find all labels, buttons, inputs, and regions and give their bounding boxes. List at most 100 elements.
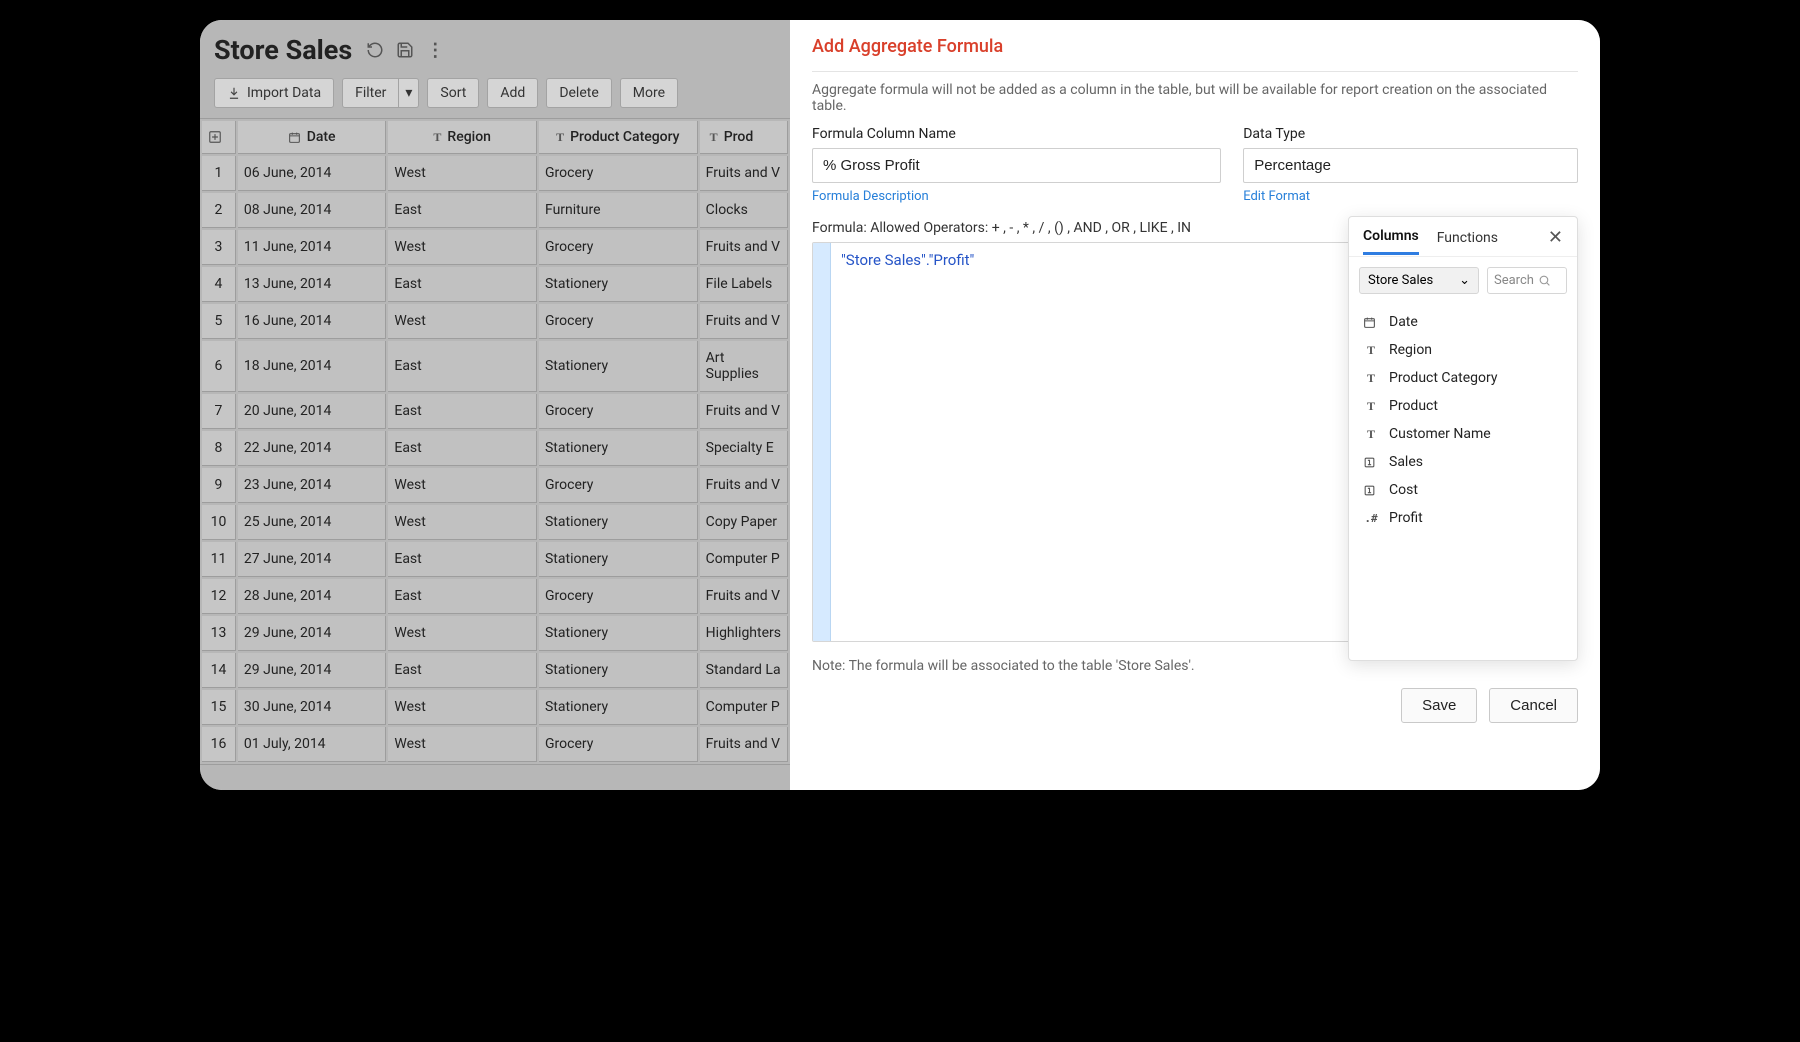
table-row[interactable]: 516 June, 2014WestGroceryFruits and V (202, 304, 788, 339)
cell-product[interactable]: Fruits and V (700, 156, 788, 191)
cell-date[interactable]: 29 June, 2014 (238, 653, 386, 688)
col-date-header[interactable]: Date (307, 129, 336, 145)
close-icon[interactable]: ✕ (1548, 227, 1563, 256)
cell-category[interactable]: Grocery (539, 156, 698, 191)
cell-date[interactable]: 13 June, 2014 (238, 267, 386, 302)
table-row[interactable]: 1329 June, 2014WestStationeryHighlighter… (202, 616, 788, 651)
table-row[interactable]: 208 June, 2014EastFurnitureClocks (202, 193, 788, 228)
column-item[interactable]: TProduct Category (1355, 364, 1571, 392)
cell-date[interactable]: 23 June, 2014 (238, 468, 386, 503)
more-button[interactable]: More (620, 78, 678, 108)
table-row[interactable]: 822 June, 2014EastStationerySpecialty E (202, 431, 788, 466)
table-row[interactable]: 1228 June, 2014EastGroceryFruits and V (202, 579, 788, 614)
table-row[interactable]: 720 June, 2014EastGroceryFruits and V (202, 394, 788, 429)
table-row[interactable]: 1025 June, 2014WestStationeryCopy Paper (202, 505, 788, 540)
import-button[interactable]: Import Data (214, 78, 334, 108)
cell-category[interactable]: Grocery (539, 394, 698, 429)
delete-button[interactable]: Delete (546, 78, 611, 108)
cell-category[interactable]: Stationery (539, 505, 698, 540)
cell-date[interactable]: 16 June, 2014 (238, 304, 386, 339)
table-row[interactable]: 1530 June, 2014WestStationeryComputer P (202, 690, 788, 725)
column-search-input[interactable]: Search (1487, 267, 1567, 294)
cell-product[interactable]: Copy Paper (700, 505, 788, 540)
tab-columns[interactable]: Columns (1363, 228, 1419, 255)
data-grid[interactable]: Date TRegion TProduct Category TProd 106… (200, 118, 790, 765)
table-row[interactable]: 106 June, 2014WestGroceryFruits and V (202, 156, 788, 191)
table-row[interactable]: 413 June, 2014EastStationeryFile Labels (202, 267, 788, 302)
table-row[interactable]: 1601 July, 2014WestGroceryFruits and V (202, 727, 788, 762)
cell-category[interactable]: Stationery (539, 653, 698, 688)
cell-category[interactable]: Stationery (539, 267, 698, 302)
cell-region[interactable]: East (388, 579, 537, 614)
cancel-button[interactable]: Cancel (1489, 688, 1578, 723)
cell-product[interactable]: Computer P (700, 690, 788, 725)
cell-category[interactable]: Stationery (539, 542, 698, 577)
table-row[interactable]: 1429 June, 2014EastStationeryStandard La (202, 653, 788, 688)
column-item[interactable]: TCustomer Name (1355, 420, 1571, 448)
column-item[interactable]: Cost (1355, 476, 1571, 504)
cell-product[interactable]: Fruits and V (700, 579, 788, 614)
column-item[interactable]: TRegion (1355, 336, 1571, 364)
cell-region[interactable]: West (388, 727, 537, 762)
cell-product[interactable]: Fruits and V (700, 394, 788, 429)
filter-button[interactable]: Filter (342, 78, 399, 108)
cell-date[interactable]: 22 June, 2014 (238, 431, 386, 466)
cell-date[interactable]: 30 June, 2014 (238, 690, 386, 725)
cell-date[interactable]: 18 June, 2014 (238, 341, 386, 392)
col-region-header[interactable]: Region (447, 129, 491, 145)
cell-region[interactable]: East (388, 653, 537, 688)
cell-product[interactable]: File Labels (700, 267, 788, 302)
cell-category[interactable]: Furniture (539, 193, 698, 228)
cell-region[interactable]: East (388, 431, 537, 466)
cell-region[interactable]: West (388, 505, 537, 540)
gear-column-header[interactable] (202, 121, 236, 154)
table-row[interactable]: 311 June, 2014WestGroceryFruits and V (202, 230, 788, 265)
cell-product[interactable]: Standard La (700, 653, 788, 688)
cell-date[interactable]: 28 June, 2014 (238, 579, 386, 614)
cell-category[interactable]: Grocery (539, 727, 698, 762)
cell-date[interactable]: 29 June, 2014 (238, 616, 386, 651)
data-type-select[interactable] (1243, 148, 1578, 183)
cell-date[interactable]: 11 June, 2014 (238, 230, 386, 265)
cell-region[interactable]: East (388, 267, 537, 302)
cell-region[interactable]: East (388, 542, 537, 577)
column-item[interactable]: Sales (1355, 448, 1571, 476)
cell-product[interactable]: Computer P (700, 542, 788, 577)
cell-date[interactable]: 20 June, 2014 (238, 394, 386, 429)
cell-product[interactable]: Clocks (700, 193, 788, 228)
cell-date[interactable]: 25 June, 2014 (238, 505, 386, 540)
cell-region[interactable]: West (388, 468, 537, 503)
more-vertical-icon[interactable]: ⋮ (426, 41, 444, 59)
table-source-select[interactable]: Store Sales ⌄ (1359, 267, 1479, 294)
cell-region[interactable]: East (388, 193, 537, 228)
edit-format-link[interactable]: Edit Format (1243, 189, 1310, 204)
refresh-icon[interactable] (366, 41, 384, 59)
cell-category[interactable]: Grocery (539, 468, 698, 503)
cell-region[interactable]: West (388, 690, 537, 725)
add-button[interactable]: Add (487, 78, 538, 108)
cell-category[interactable]: Stationery (539, 341, 698, 392)
cell-category[interactable]: Grocery (539, 230, 698, 265)
cell-category[interactable]: Stationery (539, 616, 698, 651)
table-row[interactable]: 923 June, 2014WestGroceryFruits and V (202, 468, 788, 503)
col-product-header[interactable]: Prod (724, 129, 754, 145)
formula-description-link[interactable]: Formula Description (812, 189, 929, 204)
cell-product[interactable]: Fruits and V (700, 304, 788, 339)
cell-region[interactable]: West (388, 616, 537, 651)
cell-date[interactable]: 27 June, 2014 (238, 542, 386, 577)
cell-date[interactable]: 06 June, 2014 (238, 156, 386, 191)
cell-category[interactable]: Stationery (539, 690, 698, 725)
cell-category[interactable]: Grocery (539, 579, 698, 614)
cell-region[interactable]: East (388, 341, 537, 392)
cell-category[interactable]: Stationery (539, 431, 698, 466)
cell-product[interactable]: Fruits and V (700, 468, 788, 503)
cell-product[interactable]: Highlighters (700, 616, 788, 651)
cell-region[interactable]: East (388, 394, 537, 429)
cell-product[interactable]: Fruits and V (700, 727, 788, 762)
column-item[interactable]: Date (1355, 308, 1571, 336)
cell-category[interactable]: Grocery (539, 304, 698, 339)
cell-region[interactable]: West (388, 304, 537, 339)
col-category-header[interactable]: Product Category (570, 129, 679, 145)
save-icon[interactable] (396, 41, 414, 59)
tab-functions[interactable]: Functions (1437, 230, 1498, 254)
